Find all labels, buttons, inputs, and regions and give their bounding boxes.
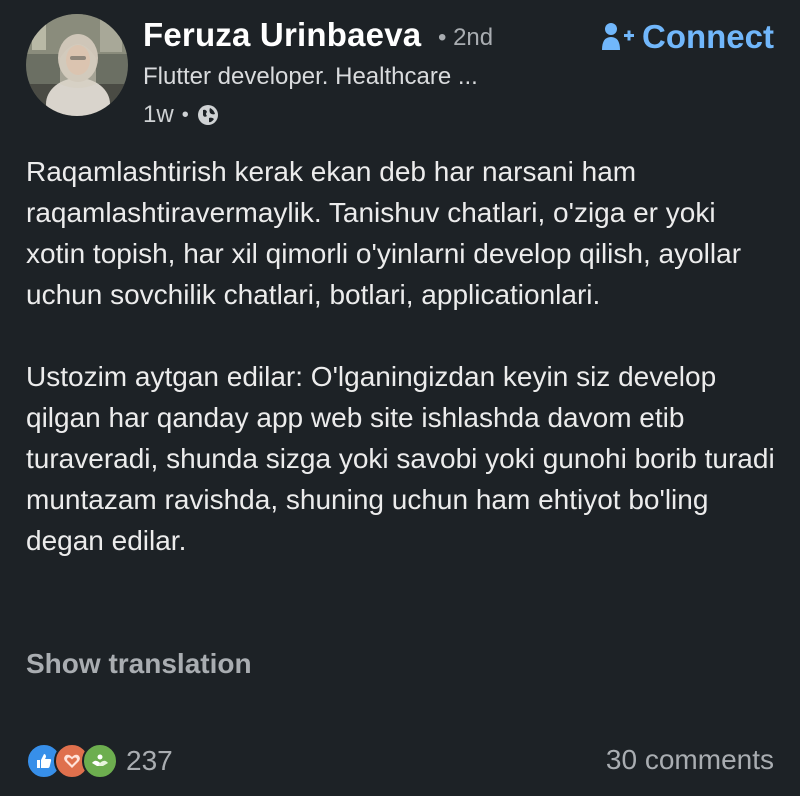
author-name[interactable]: Feruza Urinbaeva [143,16,421,54]
add-person-icon [600,20,636,54]
feed-post: Feruza Urinbaeva • 2nd Flutter developer… [0,0,800,796]
post-time: 1w [143,101,174,128]
avatar-photo [26,14,128,116]
globe-icon [197,104,219,126]
connection-degree: • 2nd [438,24,494,51]
post-body: Raqamlashtirish kerak ekan deb har narsa… [26,151,776,561]
post-paragraph: Ustozim aytgan edilar: O'lganingizdan ke… [26,361,775,556]
reaction-count: 237 [126,745,173,776]
show-translation-link[interactable]: Show translation [26,648,252,680]
author-headline: Flutter developer. Healthcare ... [143,63,478,90]
connect-label: Connect [642,18,774,55]
reaction-icons [26,743,118,779]
meta-separator: • [181,103,189,126]
reactions-summary[interactable]: 237 [26,743,173,779]
support-icon [82,743,118,779]
comments-link[interactable]: 30 comments [606,744,774,776]
author-avatar[interactable] [26,14,128,116]
post-meta: 1w • [143,101,219,129]
connect-button[interactable]: Connect [600,18,774,56]
post-paragraph: Raqamlashtirish kerak ekan deb har narsa… [26,156,742,310]
